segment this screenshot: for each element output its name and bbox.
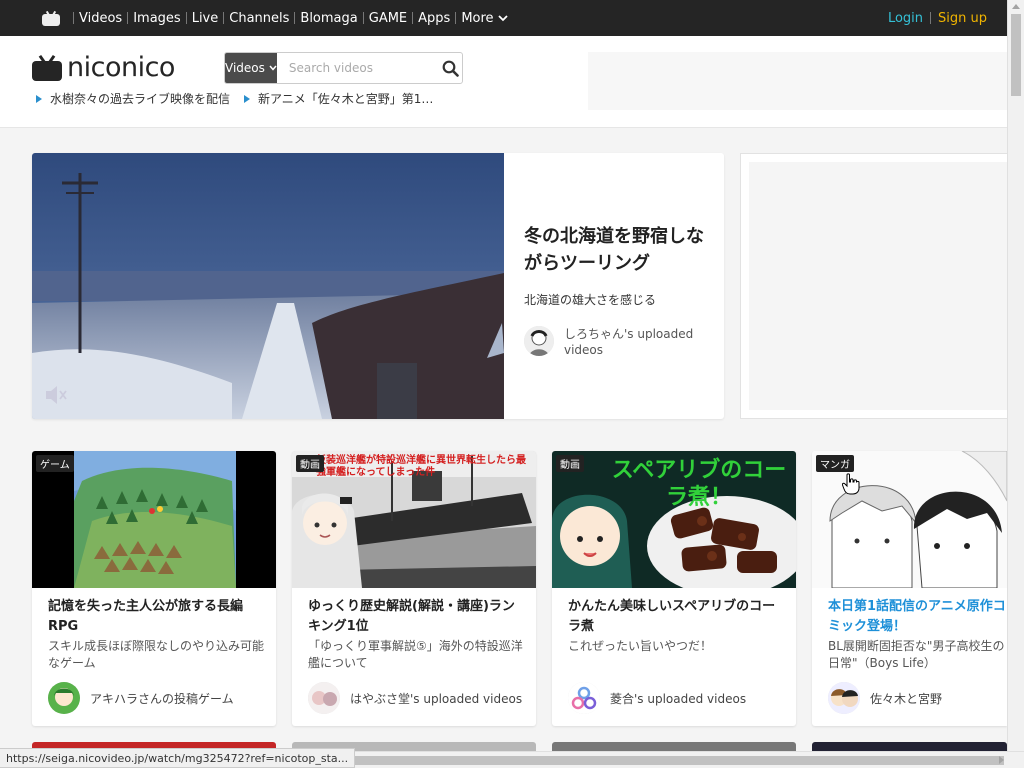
card-author-name: アキハラさんの投稿ゲーム bbox=[90, 691, 234, 706]
card-description: 「ゆっくり軍事解説⑤」海外の特設巡洋艦について bbox=[308, 639, 523, 670]
card-description: BL展開断固拒否な"男子高校生の日常"（Boys Life） bbox=[828, 639, 1005, 670]
search-type-label: Videos bbox=[225, 61, 265, 75]
card-thumbnail[interactable]: 仮装巡洋艦が特設巡洋艦に異世界転生したら最強軍艦になってしまった件 動画 bbox=[292, 451, 536, 588]
niconico-tv-icon[interactable] bbox=[42, 10, 60, 26]
pickup-links: 水樹奈々の過去ライブ映像を配信 新アニメ「佐々木と宮野」第1… bbox=[36, 90, 433, 107]
thumbnail-banner-text: スペアリブのコーラ煮！ bbox=[611, 458, 787, 510]
card-title[interactable]: 本日第1話配信のアニメ原作コミック登場！ bbox=[828, 597, 1007, 637]
side-ad-area bbox=[740, 153, 1007, 419]
chevron-down-icon bbox=[269, 65, 277, 71]
nav-channels[interactable]: Channels bbox=[229, 11, 289, 26]
featured-author-name: しろちゃん's uploaded videos bbox=[564, 327, 694, 357]
card-author[interactable]: 佐々木と宮野 bbox=[828, 682, 942, 714]
pickup-link[interactable]: 新アニメ「佐々木と宮野」第1… bbox=[244, 90, 433, 107]
nav-game[interactable]: GAME bbox=[369, 11, 407, 26]
status-bar-url: https://seiga.nicovideo.jp/watch/mg32547… bbox=[0, 748, 356, 768]
card-description: スキル成長ほぼ際限なしのやり込み可能なゲーム bbox=[48, 639, 265, 670]
avatar bbox=[48, 682, 80, 714]
top-navigation-bar: Videos Images Live Channels Blomaga GAME… bbox=[0, 0, 1007, 36]
featured-video-info: 冬の北海道を野宿しながらツーリング 北海道の雄大さを感じる しろちゃん's up… bbox=[524, 223, 714, 358]
scroll-up-arrow-icon[interactable] bbox=[1012, 4, 1020, 9]
content-card-history[interactable]: 仮装巡洋艦が特設巡洋艦に異世界転生したら最強軍艦になってしまった件 動画 ゆっく… bbox=[292, 451, 536, 726]
auth-links: Login Sign up bbox=[888, 0, 987, 36]
nav-more-label: More bbox=[461, 10, 494, 26]
vertical-scroll-thumb[interactable] bbox=[1011, 14, 1021, 96]
card-title[interactable]: かんたん美味しいスペアリブのコーラ煮 bbox=[568, 597, 784, 637]
category-badge: 動画 bbox=[296, 455, 324, 472]
card-author[interactable]: はやぶさ堂's uploaded videos bbox=[308, 682, 522, 714]
content-card-rpg[interactable]: ゲーム 記憶を失った主人公が旅する長編RPG スキル成長ほぼ際限なしのやり込み可… bbox=[32, 451, 276, 726]
search-type-dropdown[interactable]: Videos bbox=[225, 53, 277, 83]
logo-text: niconico bbox=[67, 52, 175, 83]
nav-images[interactable]: Images bbox=[133, 11, 181, 26]
featured-subtitle: 北海道の雄大さを感じる bbox=[524, 293, 657, 307]
search-icon[interactable] bbox=[439, 53, 462, 83]
featured-video-thumbnail[interactable] bbox=[32, 153, 504, 419]
card-author[interactable]: 菱合's uploaded videos bbox=[568, 682, 746, 714]
nav-blomaga[interactable]: Blomaga bbox=[300, 11, 357, 26]
header-ad-area bbox=[588, 52, 1007, 110]
avatar bbox=[828, 682, 860, 714]
nav-apps[interactable]: Apps bbox=[418, 11, 450, 26]
category-badge: 動画 bbox=[556, 455, 584, 472]
card-title[interactable]: ゆっくり歴史解説(解説・講座)ランキング1位 bbox=[308, 597, 524, 637]
card-thumbnail[interactable]: マンガ bbox=[812, 451, 1007, 588]
tv-logo-icon bbox=[32, 54, 62, 81]
search-input[interactable] bbox=[276, 53, 439, 83]
thumbnail-banner-text: 仮装巡洋艦が特設巡洋艦に異世界転生したら最強軍艦になってしまった件 bbox=[316, 455, 526, 478]
search-box: Videos bbox=[224, 52, 463, 84]
card-author-name: 佐々木と宮野 bbox=[870, 691, 943, 706]
featured-author[interactable]: しろちゃん's uploaded videos bbox=[524, 326, 714, 358]
service-nav: Videos Images Live Channels Blomaga GAME… bbox=[68, 11, 508, 26]
login-link[interactable]: Login bbox=[888, 11, 923, 26]
category-badge: マンガ bbox=[816, 455, 854, 472]
card-description: これぜったい旨いやつだ！ bbox=[568, 639, 713, 653]
card-author-name: はやぶさ堂's uploaded videos bbox=[350, 691, 523, 706]
vertical-scrollbar[interactable] bbox=[1007, 0, 1024, 751]
chevron-down-icon bbox=[497, 15, 508, 22]
pickup-link[interactable]: 水樹奈々の過去ライブ映像を配信 bbox=[36, 90, 230, 107]
nav-more-menu[interactable]: More bbox=[461, 10, 508, 26]
card-thumbnail[interactable]: スペアリブのコーラ煮！ 動画 bbox=[552, 451, 796, 588]
card-author[interactable]: アキハラさんの投稿ゲーム bbox=[48, 682, 234, 714]
content-card-manga[interactable]: マンガ 本日第1話配信のアニメ原作コミック登場！ BL展開断固拒否な"男子高校生… bbox=[812, 451, 1007, 726]
signup-link[interactable]: Sign up bbox=[938, 11, 987, 26]
avatar bbox=[568, 682, 600, 714]
avatar bbox=[524, 326, 554, 356]
nav-videos[interactable]: Videos bbox=[79, 11, 122, 26]
pickup-text: 水樹奈々の過去ライブ映像を配信 bbox=[50, 92, 231, 106]
card-thumbnail[interactable]: ゲーム bbox=[32, 451, 276, 588]
scroll-right-arrow-icon[interactable] bbox=[999, 756, 1004, 764]
triangle-right-icon bbox=[244, 94, 251, 103]
pickup-text: 新アニメ「佐々木と宮野」第1… bbox=[258, 92, 434, 106]
category-badge: ゲーム bbox=[36, 455, 74, 472]
featured-video-card[interactable]: 冬の北海道を野宿しながらツーリング 北海道の雄大さを感じる しろちゃん's up… bbox=[32, 153, 724, 419]
card-author-name: 菱合's uploaded videos bbox=[610, 691, 747, 706]
featured-title[interactable]: 冬の北海道を野宿しながらツーリング bbox=[524, 223, 714, 277]
content-card-recipe[interactable]: スペアリブのコーラ煮！ 動画 かんたん美味しいスペアリブのコーラ煮 これぜったい… bbox=[552, 451, 796, 726]
card-title[interactable]: 記憶を失った主人公が旅する長編RPG bbox=[48, 597, 264, 637]
avatar bbox=[308, 682, 340, 714]
nav-live[interactable]: Live bbox=[192, 11, 219, 26]
niconico-logo[interactable]: niconico bbox=[32, 52, 175, 83]
site-header: niconico Videos 水樹奈々の過去ライブ映像を配信 新アニメ「佐々木… bbox=[0, 36, 1007, 128]
triangle-right-icon bbox=[36, 94, 42, 103]
hand-cursor-icon bbox=[842, 473, 860, 495]
